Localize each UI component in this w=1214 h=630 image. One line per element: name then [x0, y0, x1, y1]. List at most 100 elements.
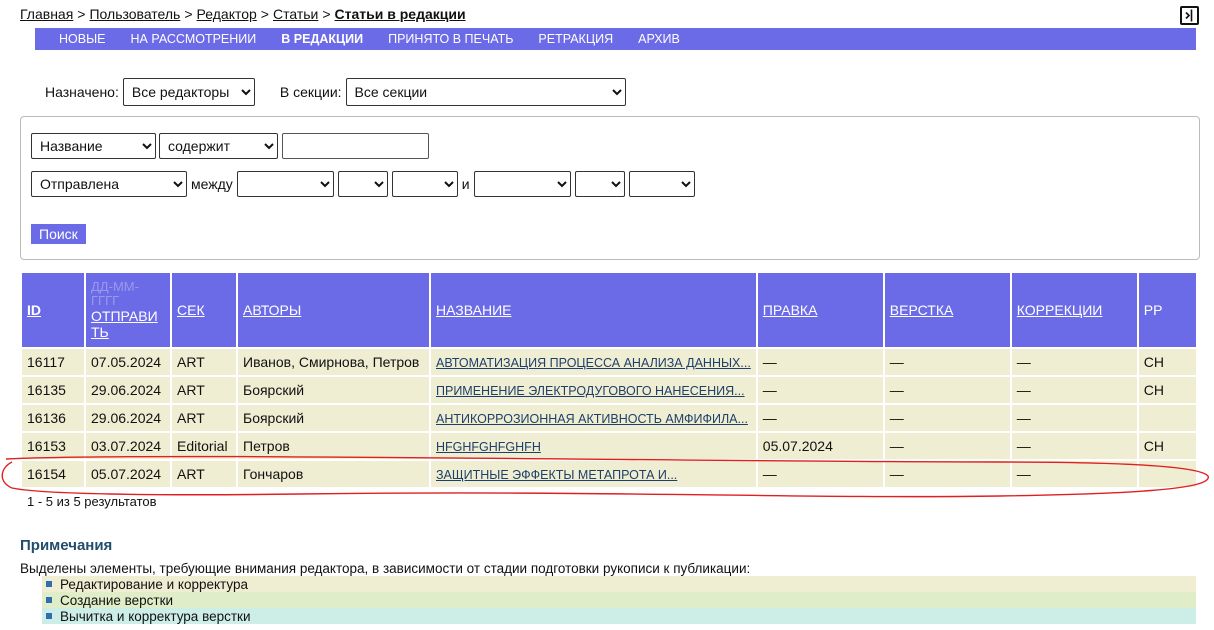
cell-section: ART: [172, 349, 236, 375]
tab-under-review[interactable]: НА РАССМОТРЕНИИ: [131, 32, 257, 46]
table-row: 16135 29.06.2024 ART Боярский ПРИМЕНЕНИЕ…: [22, 377, 1196, 403]
date-to-month-select[interactable]: [473, 171, 571, 197]
cell-id: 16153: [22, 433, 84, 459]
cell-layout: —: [884, 377, 1010, 403]
section-select[interactable]: Все секции: [345, 78, 626, 106]
sort-id-link[interactable]: ID: [27, 302, 41, 318]
cell-layout: —: [884, 405, 1010, 431]
square-bullet-icon: [46, 597, 52, 603]
breadcrumb-current: Статьи в редакции: [334, 6, 466, 22]
cell-editing: 05.07.2024: [757, 433, 883, 459]
column-header-authors: АВТОРЫ: [238, 273, 429, 347]
cell-proofreading: —: [1011, 349, 1137, 375]
date-to-year-select[interactable]: [628, 171, 695, 197]
search-operator-select[interactable]: содержит: [159, 133, 278, 159]
search-query-input[interactable]: [282, 133, 429, 159]
cell-title: АВТОМАТИЗАЦИЯ ПРОЦЕССА АНАЛИЗА ДАННЫХ...: [431, 349, 756, 375]
square-bullet-icon: [46, 613, 52, 619]
cell-id: 16135: [22, 377, 84, 403]
cell-editing: —: [757, 349, 883, 375]
cell-section: ART: [172, 461, 236, 487]
sort-proofreading-link[interactable]: КОРРЕКЦИИ: [1017, 302, 1103, 318]
cell-date: 07.05.2024: [86, 349, 170, 375]
breadcrumb-separator: >: [77, 6, 86, 22]
column-header-id: ID: [22, 273, 84, 347]
cell-date: 29.06.2024: [86, 405, 170, 431]
tab-accepted[interactable]: ПРИНЯТО В ПЕЧАТЬ: [388, 32, 513, 46]
cell-proofreading: —: [1011, 433, 1137, 459]
tab-retraction[interactable]: РЕТРАКЦИЯ: [538, 32, 613, 46]
sort-title-link[interactable]: НАЗВАНИЕ: [436, 302, 511, 318]
column-header-submitted: ДД-ММ-ГГГГ ОТПРАВИТЬ: [86, 273, 170, 347]
search-button[interactable]: Поиск: [31, 224, 86, 244]
date-from-year-select[interactable]: [391, 171, 458, 197]
column-header-proofreading: КОРРЕКЦИИ: [1011, 273, 1137, 347]
cell-id: 16117: [22, 349, 84, 375]
column-header-layout: ВЕРСТКА: [884, 273, 1010, 347]
date-from-month-select[interactable]: [236, 171, 334, 197]
cell-proofreading: —: [1011, 461, 1137, 487]
legend-item-label: Редактирование и корректура: [60, 576, 248, 592]
breadcrumb-home-link[interactable]: Главная: [20, 6, 73, 22]
section-label: В секции:: [279, 84, 342, 100]
breadcrumb: Главная > Пользователь > Редактор > Статьи > Ста…: [20, 6, 466, 22]
tab-new[interactable]: НОВЫЕ: [59, 32, 106, 46]
table-row: 16117 07.05.2024 ART Иванов, Смирнова, П…: [22, 349, 1196, 375]
sidebar-toggle-button[interactable]: [1180, 6, 1199, 25]
sort-authors-link[interactable]: АВТОРЫ: [243, 302, 301, 318]
cell-section: ART: [172, 405, 236, 431]
legend-item-editing: Редактирование и корректура: [42, 576, 1196, 592]
cell-pp: [1138, 405, 1196, 431]
cell-date: 29.06.2024: [86, 377, 170, 403]
cell-date: 05.07.2024: [86, 461, 170, 487]
cell-authors: Боярский: [238, 405, 429, 431]
search-row-text: Название содержит: [31, 133, 429, 159]
sidebar-toggle-icon: [1185, 9, 1193, 22]
breadcrumb-user-link[interactable]: Пользователь: [89, 6, 180, 22]
cell-layout: —: [884, 349, 1010, 375]
cell-title: ЗАЩИТНЫЕ ЭФФЕКТЫ МЕТАПРОТА И...: [431, 461, 756, 487]
cell-pp: СН: [1138, 349, 1196, 375]
search-row-date: Отправлена между и: [31, 171, 695, 197]
cell-id: 16154: [22, 461, 84, 487]
article-title-link[interactable]: HFGHFGHFGHFH: [436, 440, 541, 454]
tab-in-editing[interactable]: В РЕДАКЦИИ: [281, 32, 363, 46]
cell-title: HFGHFGHFGHFH: [431, 433, 756, 459]
sort-editing-link[interactable]: ПРАВКА: [763, 302, 818, 318]
tab-archive[interactable]: АРХИВ: [638, 32, 680, 46]
legend-item-label: Создание верстки: [60, 592, 174, 608]
article-title-link[interactable]: АВТОМАТИЗАЦИЯ ПРОЦЕССА АНАЛИЗА ДАННЫХ...: [436, 356, 751, 370]
cell-editing: —: [757, 461, 883, 487]
legend-item-proofreading: Вычитка и корректура верстки: [42, 608, 1196, 624]
breadcrumb-editor-link[interactable]: Редактор: [197, 6, 257, 22]
table-header-row: ID ДД-ММ-ГГГГ ОТПРАВИТЬ СЕК АВТОРЫ НАЗВАН…: [22, 273, 1196, 347]
date-to-day-select[interactable]: [574, 171, 625, 197]
results-count: 1 - 5 из 5 результатов: [27, 494, 157, 509]
article-title-link[interactable]: АНТИКОРРОЗИОННАЯ АКТИВНОСТЬ АМФИФИЛА...: [436, 412, 748, 426]
cell-date: 03.07.2024: [86, 433, 170, 459]
sort-layout-link[interactable]: ВЕРСТКА: [890, 302, 954, 318]
breadcrumb-separator: >: [184, 6, 193, 22]
search-field-select[interactable]: Название: [31, 133, 156, 159]
sort-submitted-link[interactable]: ОТПРАВИТЬ: [91, 308, 158, 340]
assigned-label: Назначено:: [45, 84, 119, 100]
cell-proofreading: —: [1011, 377, 1137, 403]
notes-heading: Примечания: [20, 537, 113, 554]
breadcrumb-articles-link[interactable]: Статьи: [273, 6, 318, 22]
sort-section-link[interactable]: СЕК: [177, 302, 205, 318]
between-label: между: [191, 176, 233, 192]
date-from-day-select[interactable]: [337, 171, 388, 197]
assigned-editor-select[interactable]: Все редакторы: [122, 78, 255, 106]
cell-pp: СН: [1138, 433, 1196, 459]
article-title-link[interactable]: ЗАЩИТНЫЕ ЭФФЕКТЫ МЕТАПРОТА И...: [436, 468, 677, 482]
table-row: 16136 29.06.2024 ART Боярский АНТИКОРРОЗ…: [22, 405, 1196, 431]
submissions-table: ID ДД-ММ-ГГГГ ОТПРАВИТЬ СЕК АВТОРЫ НАЗВАН…: [20, 271, 1198, 489]
cell-layout: —: [884, 433, 1010, 459]
breadcrumb-separator: >: [260, 6, 269, 22]
column-header-title: НАЗВАНИЕ: [431, 273, 756, 347]
cell-pp: СН: [1138, 377, 1196, 403]
cell-editing: —: [757, 377, 883, 403]
article-title-link[interactable]: ПРИМЕНЕНИЕ ЭЛЕКТРОДУГОВОГО НАНЕСЕНИЯ...: [436, 384, 745, 398]
breadcrumb-separator: >: [322, 6, 331, 22]
date-field-select[interactable]: Отправлена: [31, 171, 187, 197]
